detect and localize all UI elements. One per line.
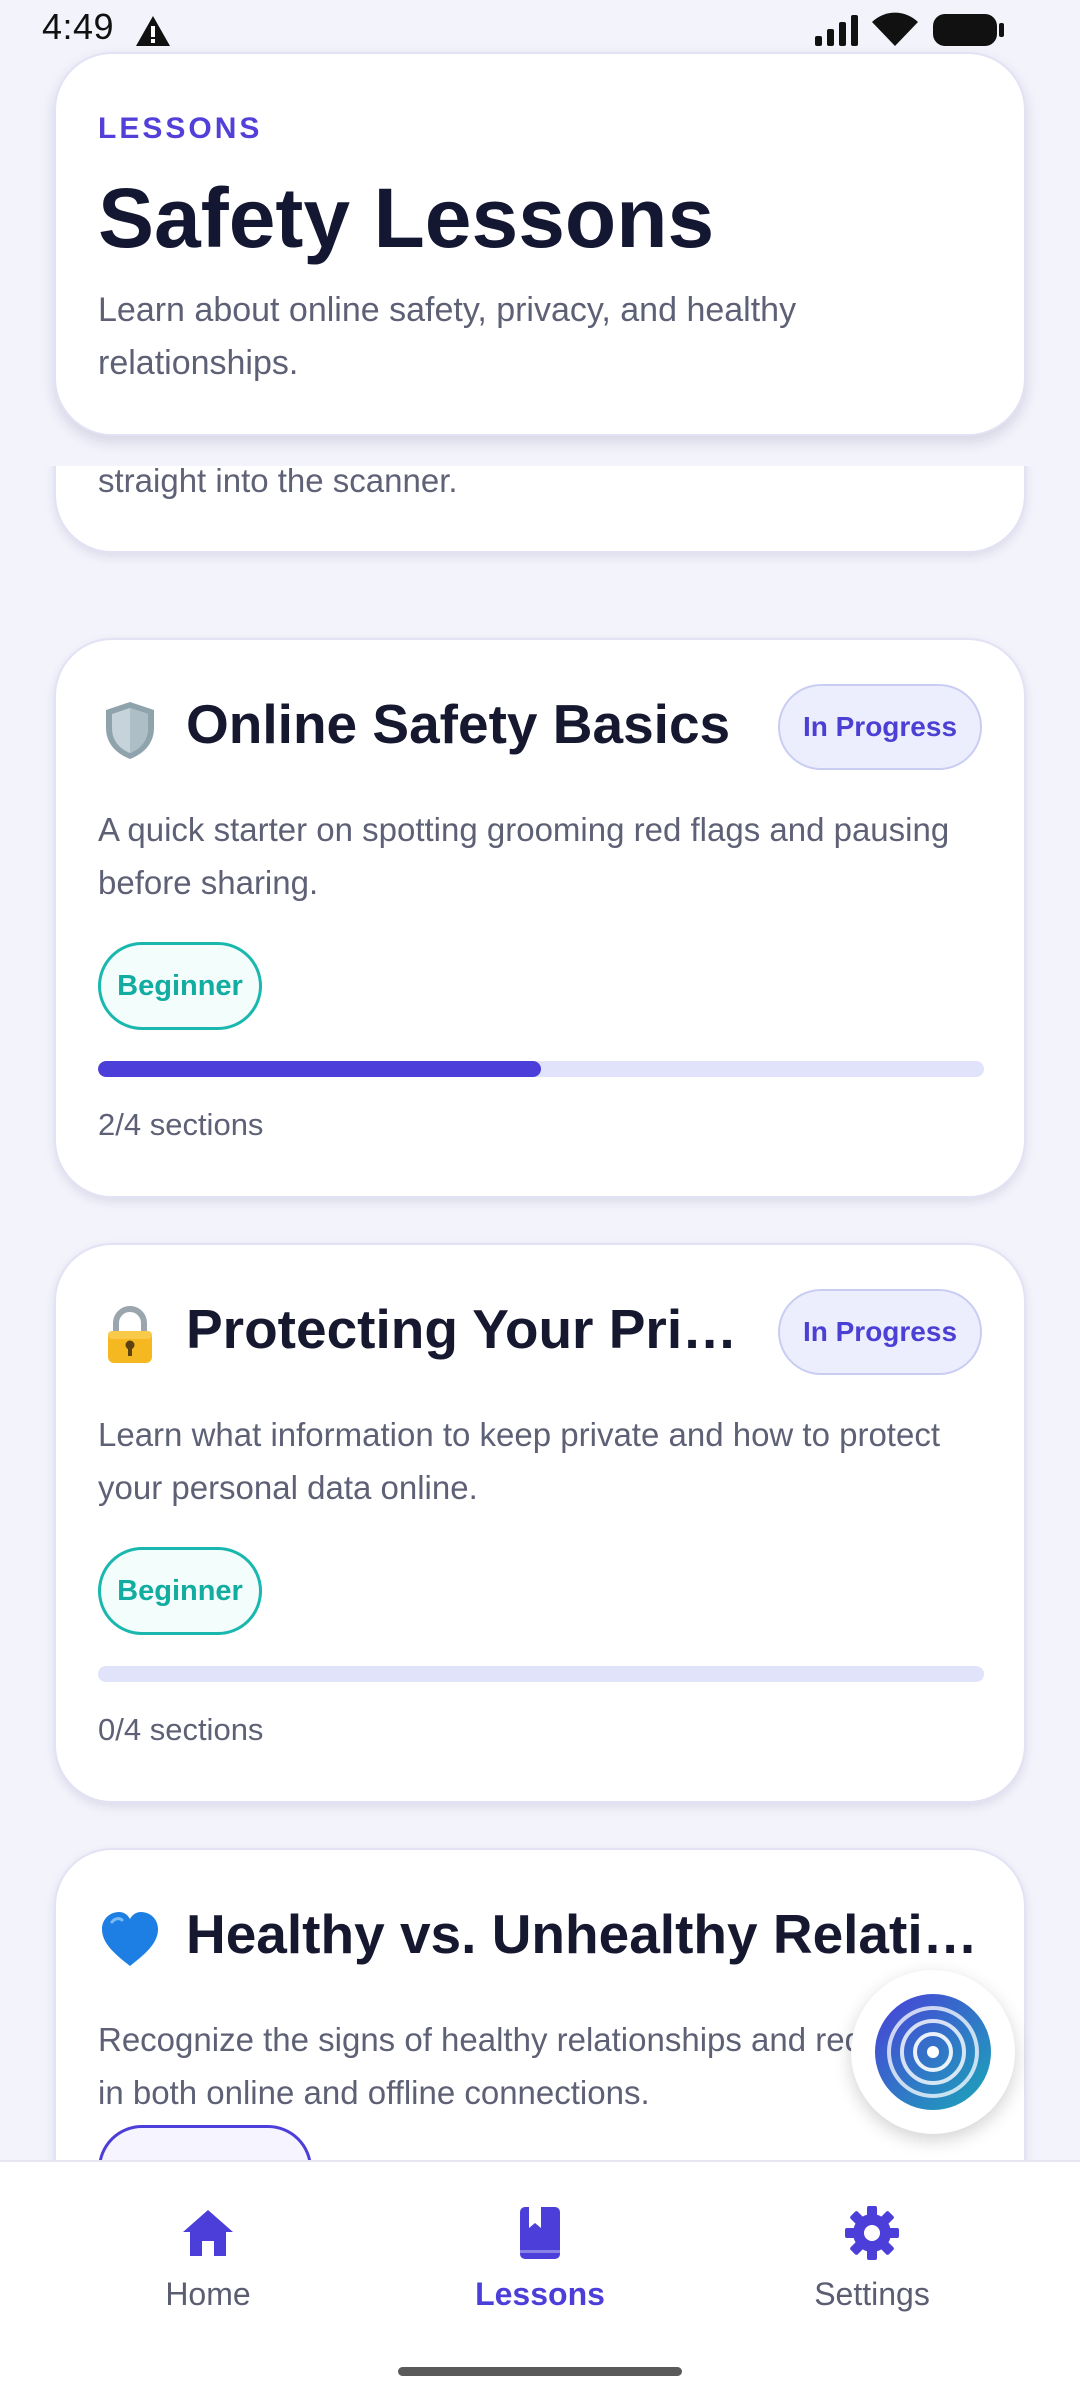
lesson-card-online-safety-basics[interactable]: Online Safety Basics In Progress A quick…: [54, 638, 1026, 1198]
nav-label: Settings: [814, 2276, 930, 2312]
section-eyebrow: LESSONS: [98, 112, 263, 145]
status-badge: In Progress: [778, 684, 982, 770]
lesson-title: Protecting Your Priv…: [186, 1298, 746, 1360]
progress-bar: [98, 1666, 984, 1682]
scanner-fab-button[interactable]: [851, 1970, 1015, 2134]
page-title: Safety Lessons: [98, 171, 715, 265]
progress-bar: [98, 1061, 984, 1077]
progress-bar-fill: [98, 1061, 541, 1077]
lesson-description: Recognize the signs of healthy relations…: [98, 2021, 942, 2111]
nav-label: Home: [165, 2276, 251, 2312]
lesson-description: Learn what information to keep private a…: [98, 1416, 940, 1506]
book-icon: [520, 2207, 560, 2259]
lesson-card-protecting-your-privacy[interactable]: Protecting Your Priv… In Progress Learn …: [54, 1243, 1026, 1803]
progress-text: 0/4 sections: [98, 1712, 264, 1747]
progress-text: 2/4 sections: [98, 1107, 264, 1142]
nav-item-settings[interactable]: Settings: [752, 2204, 992, 2344]
lesson-description: A quick starter on spotting grooming red…: [98, 811, 950, 901]
lesson-title: Online Safety Basics: [186, 693, 731, 755]
battery-icon: [933, 14, 1004, 46]
page-subtitle: Learn about online safety, privacy, and …: [98, 291, 797, 382]
level-badge: Beginner: [98, 942, 262, 1030]
partial-card-text: straight into the scanner.: [98, 462, 458, 499]
status-time: 4:49: [42, 6, 115, 47]
level-badge: [98, 2125, 312, 2160]
home-icon: [183, 2210, 233, 2256]
lock-icon: [108, 1306, 152, 1363]
nav-label: Lessons: [475, 2276, 605, 2312]
shield-icon: [106, 702, 154, 759]
home-indicator[interactable]: [398, 2367, 682, 2376]
wifi-icon: [872, 12, 918, 46]
signal-icon: [815, 15, 858, 46]
page-header: LESSONS Safety Lessons Learn about onlin…: [54, 52, 1026, 436]
blue-heart-icon: [102, 1912, 158, 1966]
warning-icon: [136, 16, 170, 46]
level-badge: Beginner: [98, 1547, 262, 1635]
nav-item-lessons[interactable]: Lessons: [420, 2204, 660, 2344]
gear-icon: [845, 2206, 899, 2260]
scanner-rings-icon: [875, 1994, 991, 2110]
status-badge: In Progress: [778, 1289, 982, 1375]
bottom-nav: Home Lessons Settings: [0, 2160, 1080, 2400]
status-bar: 4:49: [0, 0, 1080, 60]
lesson-title: Healthy vs. Unhealthy Relatio…: [186, 1903, 986, 1965]
nav-item-home[interactable]: Home: [88, 2204, 328, 2344]
